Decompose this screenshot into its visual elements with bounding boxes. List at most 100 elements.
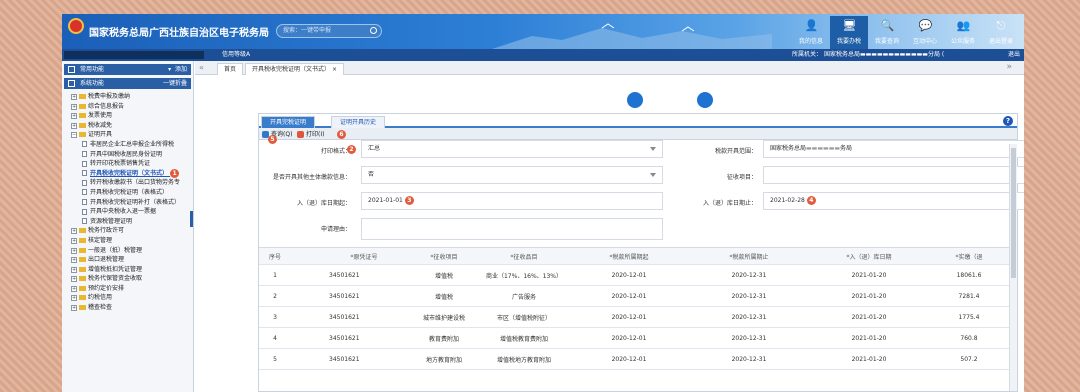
tree-folder[interactable]: + 增值税抵扣凭证管理 (62, 265, 193, 275)
expand-toggle-icon[interactable]: + (71, 237, 77, 244)
tab-home[interactable]: 首页 (217, 63, 244, 75)
common-functions-header[interactable]: 常用功能 ▾ 添加 (64, 64, 191, 75)
document-icon (82, 179, 87, 186)
tree-folder[interactable]: − 证明开具 (62, 130, 193, 140)
tab-certificate-history[interactable]: 证明开具历史 (331, 116, 386, 128)
levy-item-select[interactable] (763, 166, 1024, 184)
table-row[interactable]: 2 34501621 增值税 广告服务 2020-12-01 2020-12-31 2021… (259, 286, 1011, 307)
tree-folder-label: 税收减免 (88, 121, 113, 129)
nav-my-info[interactable]: 👤 我的信息 (792, 16, 830, 49)
tree-folder[interactable]: + 税务行政许可 (62, 226, 193, 236)
scrollbar-thumb[interactable] (1011, 148, 1016, 278)
close-tab-icon[interactable]: × (332, 66, 337, 73)
tree-folder[interactable]: + 约税信用 (62, 293, 193, 303)
expand-toggle-icon[interactable]: + (71, 276, 77, 283)
reason-input[interactable] (361, 218, 663, 240)
table-cell: 2020-12-01 (611, 271, 647, 279)
tree-folder[interactable]: + 综合信息报告 (62, 102, 193, 112)
expand-toggle-icon[interactable]: + (71, 228, 77, 235)
tree-folder[interactable]: + 出口退税管理 (62, 255, 193, 265)
system-functions-header[interactable]: 系统功能 一键折叠 (64, 78, 191, 89)
logout-link[interactable]: 退出 (1008, 49, 1020, 61)
print-button[interactable]: 打印(I) (297, 130, 324, 139)
tabs-prev-icon[interactable]: « (199, 63, 204, 72)
column-header[interactable]: *入（退）库日期 (819, 248, 919, 264)
table-cell: 2021-01-20 (851, 292, 887, 300)
tree-folder[interactable]: + 一般退（抵）税管理 (62, 246, 193, 256)
tree-item[interactable]: 转开税收缴款书（出口货物劳务专 (62, 178, 193, 188)
tree-item-label: 开具税收完税证明（表格式） (90, 188, 169, 196)
tree-folder[interactable]: + 税收减免 (62, 121, 193, 131)
end-date-input[interactable]: 2021-02-28 4 (763, 192, 1024, 210)
expand-toggle-icon[interactable]: + (71, 94, 77, 100)
tree-item[interactable]: 资源税管理证明 (62, 217, 193, 227)
sidebar-scroll-indicator[interactable] (190, 211, 193, 227)
column-header[interactable]: 序号 (259, 248, 291, 264)
expand-toggle-icon[interactable]: + (71, 103, 77, 110)
column-header[interactable]: *税款所属期止 (699, 248, 799, 264)
tree-item[interactable]: 开具税收完税证明（表格式） (62, 188, 193, 198)
expand-toggle-icon[interactable]: + (71, 295, 77, 302)
expand-toggle-icon[interactable]: + (71, 113, 77, 120)
document-icon (82, 218, 87, 225)
expand-toggle-icon[interactable]: − (71, 132, 77, 139)
expand-toggle-icon[interactable]: + (71, 257, 77, 264)
tree-item-active[interactable]: 开具税收完税证明（文书式） 1 (62, 168, 193, 179)
folder-icon (79, 228, 86, 234)
nav-public-service[interactable]: 👥 公众服务 (944, 16, 982, 49)
table-row[interactable]: 3 34501621 城市维护建设税 市区（增值税附征） 2020-12-01 2020-… (259, 307, 1011, 328)
other-entity-select[interactable]: 否 (361, 166, 663, 184)
expand-toggle-icon[interactable]: + (71, 122, 77, 129)
column-header[interactable]: *征收品目 (459, 248, 589, 264)
tree-folder-label: 综合信息报告 (88, 102, 125, 110)
tree-item[interactable]: 开具中国税收居民身份证明 (62, 150, 193, 160)
tab-issue-certificate[interactable]: 开具完税证明 (261, 116, 316, 128)
tree-folder[interactable]: + 核定管理 (62, 236, 193, 246)
nav-tax-handling[interactable]: 🖥 我要办税 (830, 16, 868, 49)
table-cell: 2020-12-31 (731, 271, 767, 279)
table-row[interactable]: 4 34501621 教育费附加 增值税教育费附加 2020-12-01 2020-12-… (259, 328, 1011, 349)
tree-item[interactable]: 非居民企业汇总申报企业所得税 (62, 140, 193, 150)
collapse-all-button[interactable]: 一键折叠 (163, 78, 187, 89)
expand-toggle-icon[interactable]: + (71, 285, 77, 292)
person-icon: 👤 (804, 19, 819, 32)
table-row[interactable]: 5 34501621 地方教育附加 增值税地方教育附加 2020-12-01 2020-1… (259, 349, 1011, 370)
panel-scrollbar[interactable] (1009, 144, 1017, 391)
tree-folder[interactable]: + 发票使用 (62, 111, 193, 121)
search-icon[interactable] (370, 27, 377, 34)
print-format-select[interactable]: 汇总 (361, 140, 663, 158)
tree-folder[interactable]: + 稽查检查 (62, 303, 193, 313)
table-cell: 1775.4 (958, 313, 980, 321)
start-date-input[interactable]: 2021-01-01 3 (361, 192, 663, 210)
table-cell: 2020-12-01 (611, 334, 647, 342)
table-row[interactable]: 1 34501621 增值税 商业（17%、16%、13%） 2020-12-01 202… (259, 265, 1011, 286)
add-button[interactable]: ▾ 添加 (168, 64, 187, 75)
column-header[interactable]: *税款所属期起 (579, 248, 679, 264)
tab-tax-certificate[interactable]: 开具税收完税证明（文书式） × (245, 63, 344, 75)
reason-label: 申请理由： (320, 226, 351, 233)
expand-toggle-icon[interactable]: + (71, 266, 77, 273)
tree-folder[interactable]: + 税费申报及缴纳 (62, 92, 193, 102)
search-input[interactable]: 搜索：一键带申报 (276, 24, 382, 38)
step-circle-icon (697, 92, 713, 108)
tree-item[interactable]: 转开印花税票销售凭证 (62, 159, 193, 169)
tree-item[interactable]: 开具中央税收入退一票据 (62, 207, 193, 217)
expand-toggle-icon[interactable]: + (71, 247, 77, 254)
folder-icon (79, 113, 86, 119)
expand-toggle-icon[interactable]: + (71, 305, 77, 312)
tree-folder-label: 证明开具 (88, 131, 113, 139)
nav-query[interactable]: 🔍 我要查询 (868, 16, 906, 49)
query-button[interactable]: 查询(Q) (262, 130, 292, 139)
tree-folder[interactable]: + 税务代保管资金收取 (62, 274, 193, 284)
help-icon[interactable]: ? (1003, 116, 1013, 126)
nav-logout[interactable]: ⎋ 退出登录 (982, 16, 1020, 49)
tabs-next-icon[interactable]: » (1006, 62, 1012, 72)
chat-icon: 💬 (918, 19, 933, 32)
nav-interaction[interactable]: 💬 互动中心 (906, 16, 944, 49)
tree-folder[interactable]: + 预约定价安排 (62, 284, 193, 294)
tax-range-select[interactable]: 国家税务总局▬▬▬▬▬▬务局 (763, 140, 1024, 158)
sidebar: 常用功能 ▾ 添加 系统功能 一键折叠 + 税费申报及缴纳 + 综合信息报告 + 发票使用 + 税… (62, 61, 194, 392)
folder-icon (79, 295, 86, 301)
column-header[interactable]: *实缴（退 (919, 248, 1019, 264)
tree-item[interactable]: 开具税收完税证明补打（表格式） (62, 198, 193, 208)
